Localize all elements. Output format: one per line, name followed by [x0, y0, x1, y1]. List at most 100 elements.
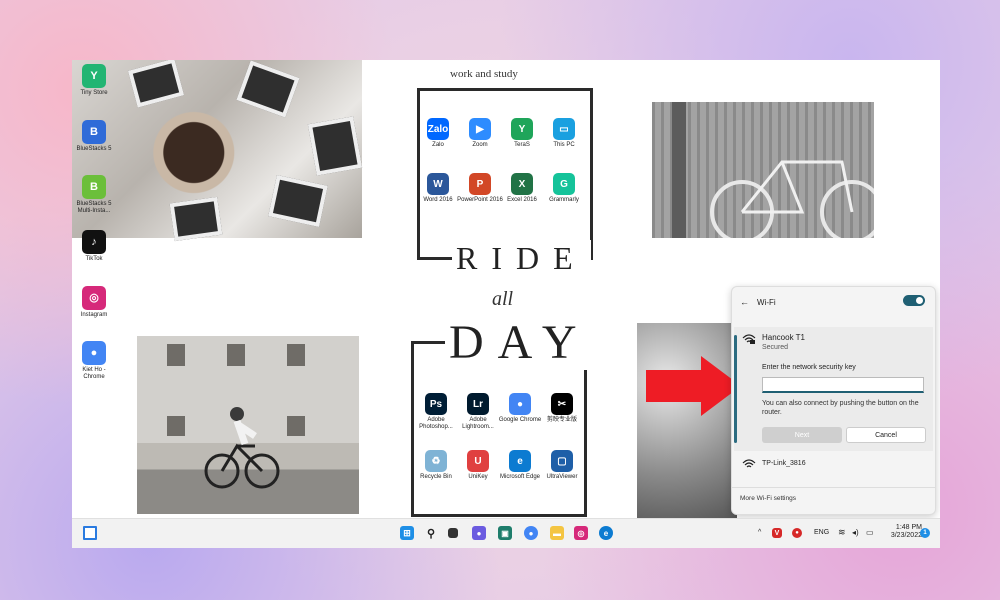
app-icon: ♻: [425, 450, 447, 472]
app-label: TikTok: [85, 256, 103, 262]
network-item[interactable]: TP-Link_3816: [734, 455, 933, 475]
network-item-selected[interactable]: Hancook T1 Secured Enter the network sec…: [734, 327, 933, 451]
widgets-icon[interactable]: [83, 526, 97, 540]
app-label: TeraS: [514, 142, 530, 148]
app-icon: W: [427, 173, 449, 195]
app-label: Google Chrome: [498, 417, 542, 423]
frame2-app-1[interactable]: Lr Adobe Lightroom...: [455, 393, 501, 431]
app-label: Adobe Photoshop...: [419, 417, 453, 430]
app-icon: Y: [82, 64, 106, 88]
next-button[interactable]: Next: [762, 427, 842, 443]
desktop-app-2[interactable]: B BlueStacks 5 Multi-Insta...: [74, 175, 114, 215]
app-label: PowerPoint 2016: [457, 197, 503, 203]
app-icon: ●: [509, 393, 531, 415]
network-status: Secured: [762, 344, 789, 351]
app-label: UniKey: [468, 474, 488, 480]
app-icon: X: [511, 173, 533, 195]
frame1-app-5[interactable]: P PowerPoint 2016: [457, 173, 503, 204]
taskbar: ⊞ ⚲ ● ▣ ● ▬ ◎ e ^ V ● ENG ≋ ◂) ▭ 1:48 PM…: [72, 518, 940, 548]
wallpaper-photo-texture: [637, 323, 737, 520]
app-icon: ●: [82, 341, 106, 365]
app-label: Zalo: [432, 142, 444, 148]
notification-badge[interactable]: 1: [920, 528, 930, 538]
battery-tray-icon[interactable]: ▭: [866, 528, 874, 537]
task-view-icon[interactable]: [448, 528, 458, 538]
wifi-locked-icon: [742, 334, 756, 344]
app-tray-icon[interactable]: ●: [792, 528, 802, 538]
app-icon: G: [553, 173, 575, 195]
frame2-app-6[interactable]: e Microsoft Edge: [497, 450, 543, 481]
frame1-app-2[interactable]: Y TeraS: [499, 118, 545, 149]
tray-chevron-icon[interactable]: ^: [758, 529, 761, 536]
desktop-app-3[interactable]: ♪ TikTok: [74, 230, 114, 263]
app-label: Kiet Ho - Chrome: [82, 367, 106, 380]
unikey-tray-icon[interactable]: V: [772, 528, 782, 538]
router-hint: You can also connect by pushing the butt…: [762, 400, 919, 416]
wallpaper-photo-coffee: [72, 60, 363, 242]
frame2-app-3[interactable]: ✂ 剪映专业版: [539, 393, 585, 424]
wallpaper-day-text: DAY: [445, 315, 595, 370]
app-label: BlueStacks 5 Multi-Insta...: [76, 201, 112, 214]
frame1-app-4[interactable]: W Word 2016: [415, 173, 461, 204]
frame2-app-0[interactable]: Ps Adobe Photoshop...: [413, 393, 459, 431]
frame1-app-7[interactable]: G Grammarly: [541, 173, 587, 204]
more-wifi-settings-link[interactable]: More Wi-Fi settings: [740, 495, 796, 502]
wallpaper-photo-cyclist: [137, 336, 359, 514]
app-icon: B: [82, 175, 106, 199]
desktop-app-4[interactable]: ◎ Instagram: [74, 286, 114, 319]
frame1-app-1[interactable]: ▶ Zoom: [457, 118, 503, 149]
app-icon: ▶: [469, 118, 491, 140]
app-label: Tiny Store: [80, 90, 108, 96]
wifi-panel-title: Wi-Fi: [757, 297, 776, 307]
app-label: 剪映专业版: [546, 417, 577, 423]
app-icon: ▢: [551, 450, 573, 472]
chrome-taskbar-icon[interactable]: ●: [524, 526, 538, 540]
wallpaper-all-text: all: [492, 288, 514, 310]
language-indicator[interactable]: ENG: [814, 529, 829, 536]
app-icon: P: [469, 173, 491, 195]
frame1-app-6[interactable]: X Excel 2016: [499, 173, 545, 204]
frame2-app-2[interactable]: ● Google Chrome: [497, 393, 543, 424]
frame2-app-7[interactable]: ▢ UltraViewer: [539, 450, 585, 481]
wifi-toggle[interactable]: [903, 295, 925, 306]
frame1-app-0[interactable]: Zalo Zalo: [415, 118, 461, 149]
app-icon: B: [82, 120, 106, 144]
date-text: 3/23/2022: [890, 532, 922, 539]
wallpaper-photo-bicycle: [652, 102, 874, 238]
app-icon: ♪: [82, 230, 106, 254]
desktop-app-0[interactable]: Y Tiny Store: [74, 64, 114, 97]
search-icon[interactable]: ⚲: [424, 526, 438, 540]
desktop-app-5[interactable]: ● Kiet Ho - Chrome: [74, 341, 114, 381]
instagram-taskbar-icon[interactable]: ◎: [574, 526, 588, 540]
clock[interactable]: 1:48 PM 3/23/2022: [886, 524, 922, 540]
app-label: UltraViewer: [546, 474, 578, 480]
app-label: Zoom: [472, 142, 488, 148]
security-key-input[interactable]: [762, 377, 924, 393]
app-label: Recycle Bin: [420, 474, 452, 480]
desktop-app-1[interactable]: B BlueStacks 5: [74, 120, 114, 153]
network-name: Hancook T1: [762, 333, 805, 342]
edge-taskbar-icon[interactable]: e: [599, 526, 613, 540]
frame2-app-4[interactable]: ♻ Recycle Bin: [413, 450, 459, 481]
app-icon: Zalo: [427, 118, 449, 140]
back-arrow-icon[interactable]: ←: [740, 297, 749, 307]
frame2-app-5[interactable]: U UniKey: [455, 450, 501, 481]
start-icon[interactable]: ⊞: [400, 526, 414, 540]
app-label: Excel 2016: [507, 197, 537, 203]
app-icon-teal[interactable]: ▣: [498, 526, 512, 540]
file-explorer-icon[interactable]: ▬: [550, 526, 564, 540]
app-label: Microsoft Edge: [499, 474, 541, 480]
desktop-screen: work and study RIDE all DAY Y Tiny Store B…: [72, 60, 940, 548]
network-tray-icon[interactable]: ≋: [838, 527, 846, 538]
app-label: This PC: [553, 142, 575, 148]
app-icon: Lr: [467, 393, 489, 415]
key-prompt: Enter the network security key: [762, 364, 856, 371]
app-icon: Ps: [425, 393, 447, 415]
time-text: 1:48 PM: [895, 524, 922, 531]
app-icon: Y: [511, 118, 533, 140]
chat-icon[interactable]: ●: [472, 526, 486, 540]
cancel-button[interactable]: Cancel: [846, 427, 926, 443]
volume-tray-icon[interactable]: ◂): [852, 528, 859, 537]
frame1-app-3[interactable]: ▭ This PC: [541, 118, 587, 149]
app-icon: ✂: [551, 393, 573, 415]
